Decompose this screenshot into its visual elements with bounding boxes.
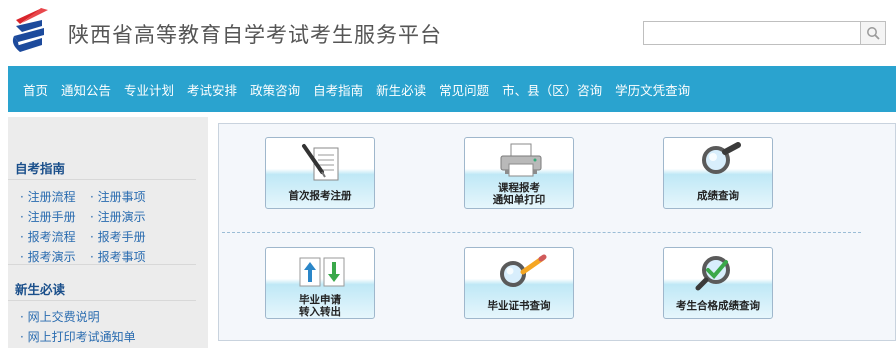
nav-item-diploma-query[interactable]: 学历文凭查询 <box>615 80 690 99</box>
magnifier-icon <box>702 142 741 174</box>
site-title: 陕西省高等教育自学考试考生服务平台 <box>68 23 442 47</box>
tile-label: 考生合格成绩查询 <box>676 300 760 312</box>
document-pen-icon <box>302 144 339 181</box>
printer-icon <box>500 143 542 177</box>
sidebar-link-register-notes[interactable]: 注册事项 <box>90 188 146 205</box>
search-box <box>643 21 886 45</box>
tile-label: 课程报考 通知单打印 <box>492 182 546 206</box>
nav-item-faq[interactable]: 常见问题 <box>439 80 489 99</box>
nav-item-policy[interactable]: 政策咨询 <box>250 80 300 99</box>
magnifier-check-icon <box>695 256 730 291</box>
search-input[interactable] <box>644 22 860 44</box>
nav-item-majors[interactable]: 专业计划 <box>124 80 174 99</box>
service-panel: 首次报考注册 课程报考 通知单打印 成绩查询 毕业申请 转入转出 毕业证书查询 … <box>218 123 896 341</box>
sidebar-link-print-exam-notice[interactable]: 网上打印考试通知单 <box>20 328 136 345</box>
search-icon <box>867 27 880 40</box>
tile-diploma-query[interactable]: 毕业证书查询 <box>464 247 574 319</box>
nav-item-exam-schedule[interactable]: 考试安排 <box>187 80 237 99</box>
sidebar-divider <box>8 179 196 180</box>
tile-label: 毕业证书查询 <box>487 300 551 312</box>
sidebar-link-apply-notes[interactable]: 报考事项 <box>90 248 146 265</box>
tile-graduation-transfer[interactable]: 毕业申请 转入转出 <box>265 247 375 319</box>
main-nav: 首页 通知公告 专业计划 考试安排 政策咨询 自考指南 新生必读 常见问题 市、… <box>8 66 896 112</box>
magnifier-pencil-icon <box>500 254 547 287</box>
sidebar-divider <box>8 300 196 301</box>
sidebar-heading-newcomer: 新生必读 <box>15 282 66 297</box>
sidebar-link-apply-demo[interactable]: 报考演示 <box>20 248 76 265</box>
tile-label: 毕业申请 转入转出 <box>299 294 341 318</box>
nav-item-notices[interactable]: 通知公告 <box>61 80 111 99</box>
transfer-arrows-icon <box>299 257 345 287</box>
sidebar-link-apply-manual[interactable]: 报考手册 <box>90 228 146 245</box>
tile-divider <box>222 232 861 233</box>
sidebar-heading-guide: 自考指南 <box>15 161 66 176</box>
tile-score-query[interactable]: 成绩查询 <box>663 137 773 209</box>
search-button[interactable] <box>860 22 885 44</box>
nav-item-newcomer[interactable]: 新生必读 <box>376 80 426 99</box>
sidebar-link-register-process[interactable]: 注册流程 <box>20 188 76 205</box>
sidebar: 自考指南 注册流程 注册事项 注册手册 注册演示 报考流程 报考手册 报考演示 … <box>8 117 208 348</box>
tile-print-notice[interactable]: 课程报考 通知单打印 <box>464 137 574 209</box>
nav-item-local-consult[interactable]: 市、县（区）咨询 <box>502 80 602 99</box>
sidebar-divider <box>8 264 196 265</box>
tile-label: 首次报考注册 <box>288 190 352 202</box>
sidebar-link-apply-process[interactable]: 报考流程 <box>20 228 76 245</box>
sidebar-link-register-manual[interactable]: 注册手册 <box>20 208 76 225</box>
nav-item-guide[interactable]: 自考指南 <box>313 80 363 99</box>
tile-qualified-score-query[interactable]: 考生合格成绩查询 <box>663 247 773 319</box>
header: 陕西省高等教育自学考试考生服务平台 <box>0 0 896 66</box>
tile-first-registration[interactable]: 首次报考注册 <box>265 137 375 209</box>
sidebar-link-register-demo[interactable]: 注册演示 <box>90 208 146 225</box>
site-logo-icon[interactable] <box>8 6 52 58</box>
tile-label: 成绩查询 <box>697 190 739 202</box>
sidebar-link-online-payment[interactable]: 网上交费说明 <box>20 308 100 325</box>
nav-item-home[interactable]: 首页 <box>23 80 48 99</box>
